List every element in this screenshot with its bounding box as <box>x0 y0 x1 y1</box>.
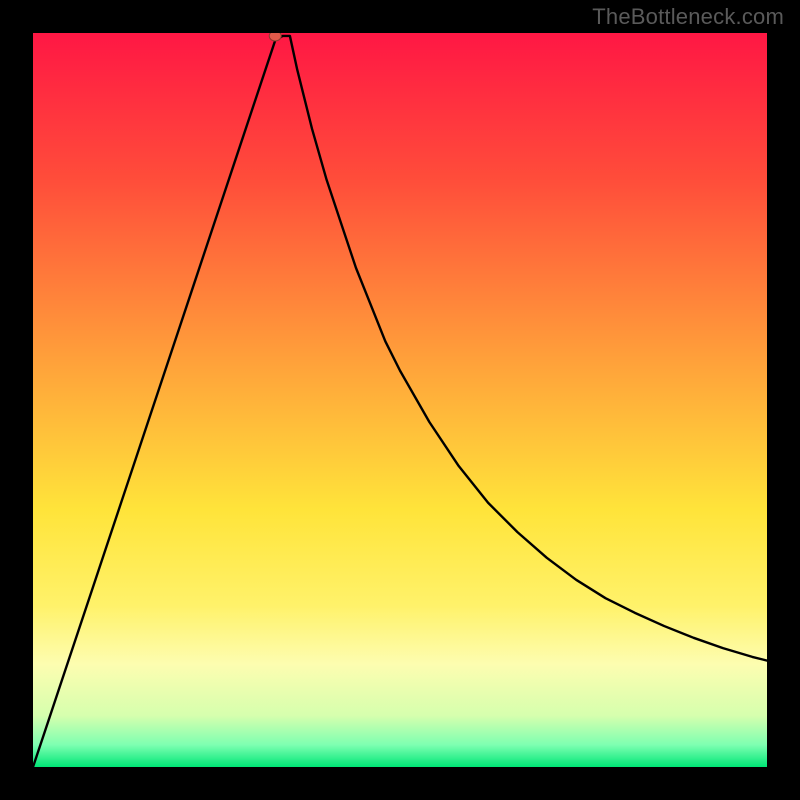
chart-frame: TheBottleneck.com <box>0 0 800 800</box>
bottleneck-marker <box>269 33 281 41</box>
watermark-text: TheBottleneck.com <box>592 4 784 30</box>
bottleneck-chart-svg <box>33 33 767 767</box>
gradient-background <box>33 33 767 767</box>
plot-area <box>33 33 767 767</box>
